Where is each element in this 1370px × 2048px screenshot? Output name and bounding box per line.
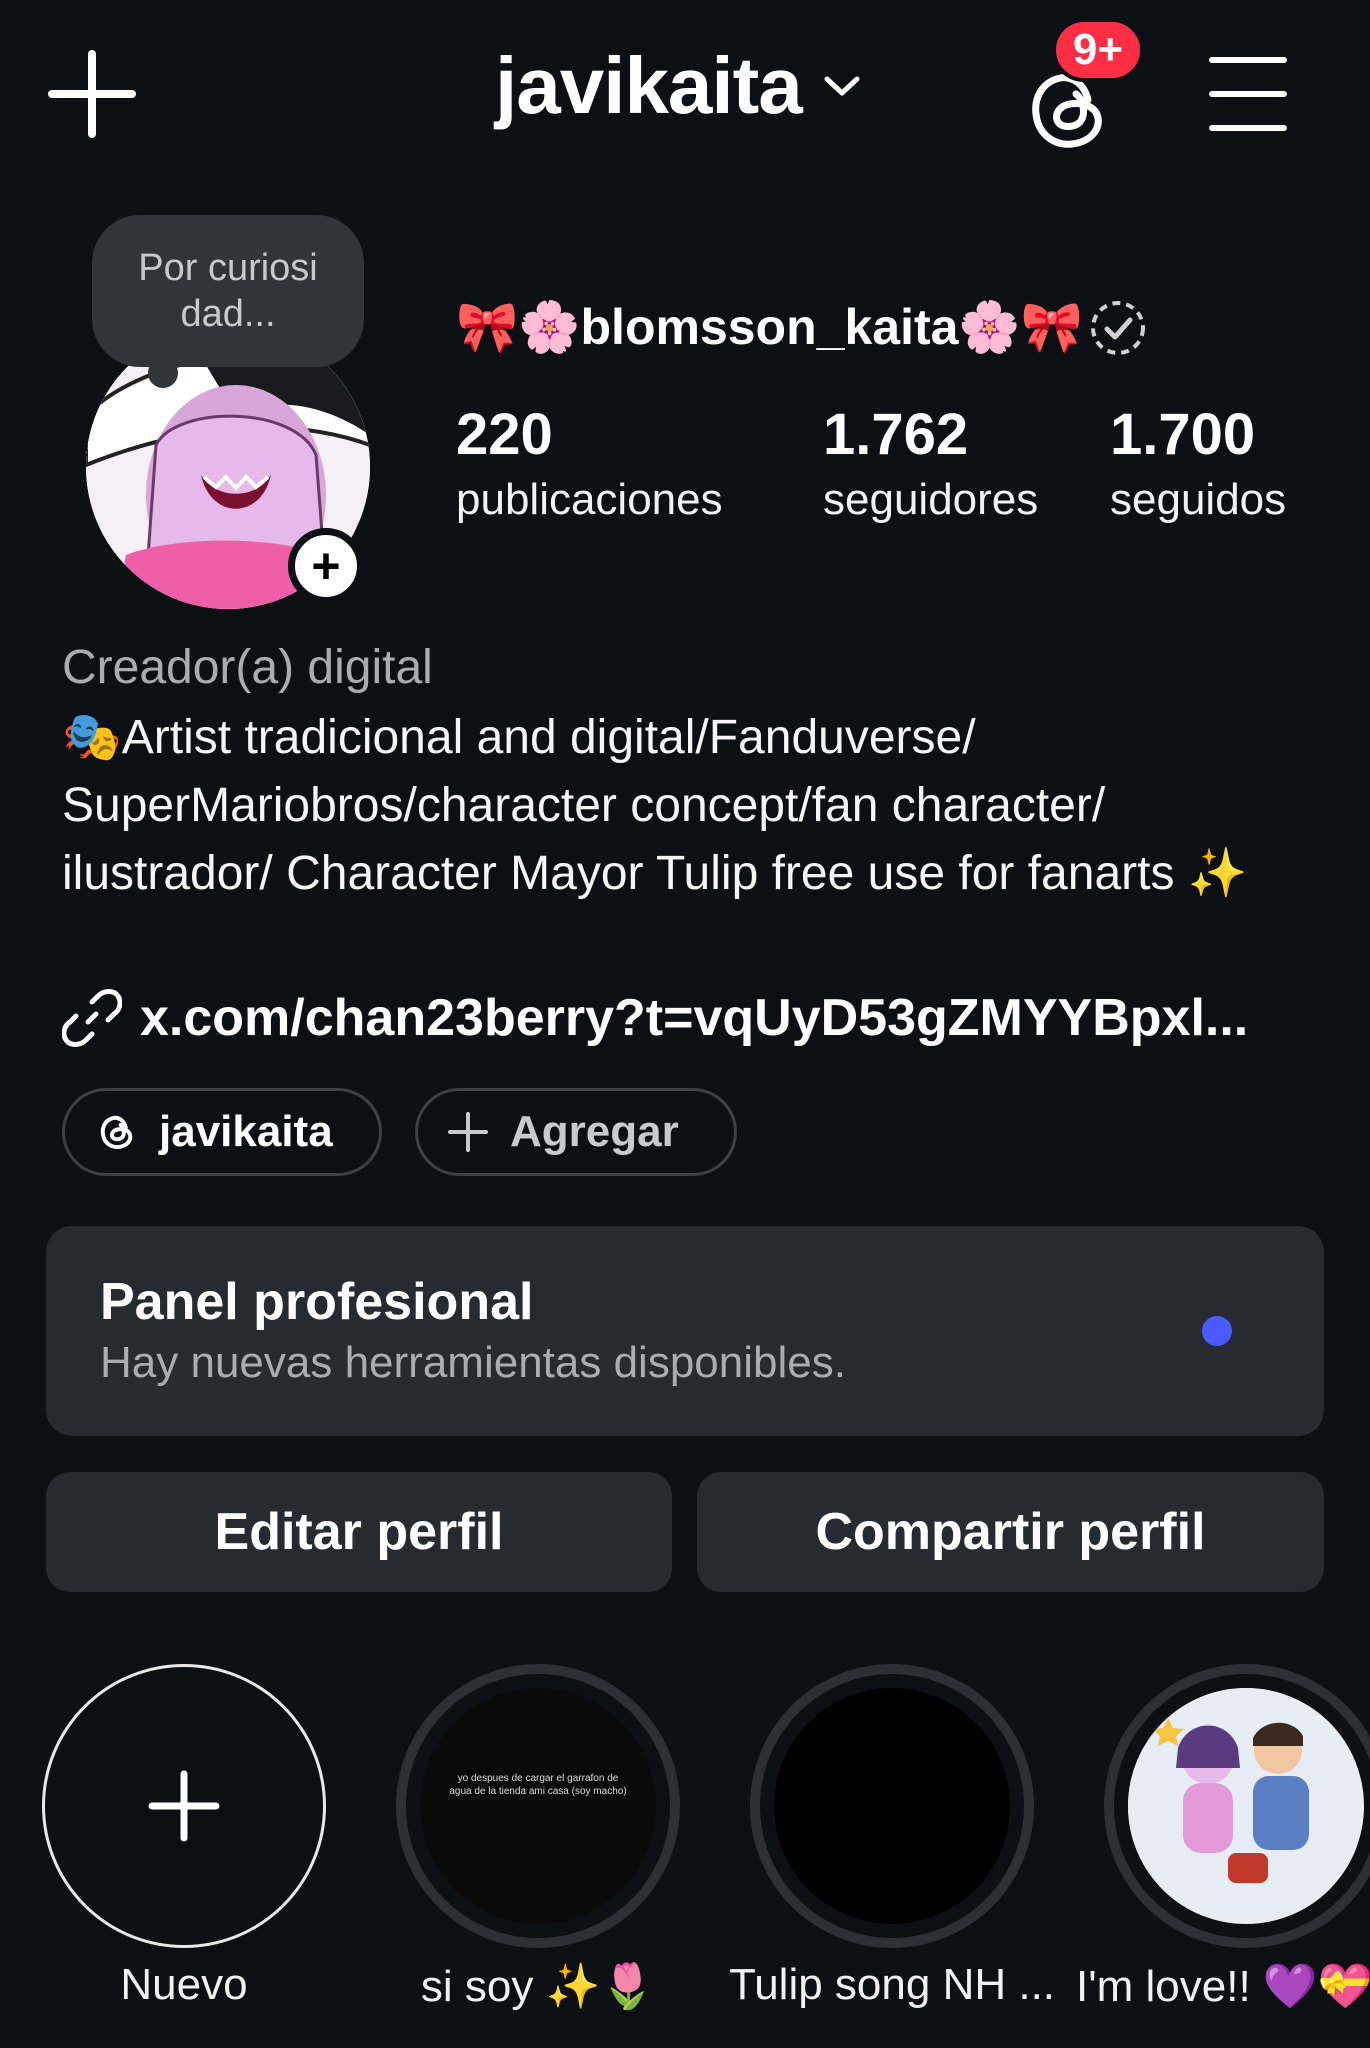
highlight-item[interactable] [1104, 1664, 1370, 1948]
highlight-label: si soy ✨🌷 [420, 1962, 656, 2011]
add-link-pill[interactable]: Agregar [415, 1088, 737, 1176]
new-highlight-button[interactable] [42, 1664, 326, 1948]
stat-following-label: seguidos [1110, 475, 1287, 524]
highlight-item[interactable] [750, 1664, 1034, 1948]
plus-icon [148, 1770, 220, 1842]
profile-link-text: x.com/chan23berry?t=vqUyD53gZMYYBpxl... [140, 989, 1249, 1047]
highlight-cover: yo despues de cargar el garrafon de agua… [420, 1688, 656, 1924]
panel-title: Panel profesional [100, 1273, 534, 1331]
edit-profile-button[interactable]: Editar perfil [46, 1472, 672, 1592]
display-name: 🎀🌸blomsson_kaita🌸🎀 [456, 299, 1083, 355]
highlight-cover-text: yo despues de cargar el garrafon de agua… [449, 1773, 627, 1797]
note-bubble-tail [148, 358, 178, 388]
stat-posts-label: publicaciones [456, 475, 723, 524]
highlight-cover [1128, 1688, 1364, 1924]
chevron-down-icon [824, 76, 860, 96]
verified-dashed-check-icon [1090, 300, 1145, 355]
profile-link[interactable]: x.com/chan23berry?t=vqUyD53gZMYYBpxl... [62, 988, 1248, 1048]
share-profile-button[interactable]: Compartir perfil [697, 1472, 1324, 1592]
stat-followers-label: seguidores [823, 475, 1039, 524]
add-story-plus-icon[interactable]: + [288, 528, 364, 604]
menu-icon[interactable] [1208, 54, 1288, 134]
highlight-label: I'm love!! 💜💝 [1076, 1962, 1370, 2011]
note-text: Por curiosi dad... [138, 247, 318, 335]
threads-pill-label: javikaita [159, 1107, 333, 1156]
create-plus-icon[interactable] [44, 46, 140, 142]
account-switcher[interactable]: javikaita [495, 40, 862, 132]
panel-subtitle: Hay nuevas herramientas disponibles. [100, 1338, 846, 1387]
stat-following[interactable]: 1.700 seguidos [1110, 400, 1286, 530]
add-pill-label: Agregar [510, 1107, 679, 1156]
profile-bio: 🎭Artist tradicional and digital/Fanduver… [62, 711, 1248, 900]
highlight-label: Tulip song NH ... [728, 1960, 1056, 2009]
link-icon [62, 989, 122, 1047]
notification-badge: 9+ [1052, 18, 1144, 82]
profile-category: Creador(a) digital [62, 641, 433, 694]
plus-icon [448, 1112, 488, 1152]
stat-following-value: 1.700 [1110, 402, 1256, 467]
stat-posts[interactable]: 220 publicaciones [456, 400, 723, 530]
header-username: javikaita [495, 41, 803, 130]
threads-profile-pill[interactable]: javikaita [62, 1088, 382, 1176]
note-bubble[interactable]: Por curiosi dad... [92, 215, 364, 367]
stat-posts-value: 220 [456, 402, 553, 467]
new-indicator-dot [1202, 1316, 1232, 1346]
highlight-cover [774, 1688, 1010, 1924]
stat-followers-value: 1.762 [823, 402, 969, 467]
display-name-row: 🎀🌸blomsson_kaita🌸🎀 [456, 298, 1147, 357]
threads-icon [100, 1115, 133, 1149]
highlight-item[interactable]: yo despues de cargar el garrafon de agua… [396, 1664, 680, 1948]
stat-followers[interactable]: 1.762 seguidores [823, 400, 1038, 530]
highlight-artwork [1128, 1688, 1356, 1916]
highlight-label: Nuevo [120, 1960, 248, 2009]
